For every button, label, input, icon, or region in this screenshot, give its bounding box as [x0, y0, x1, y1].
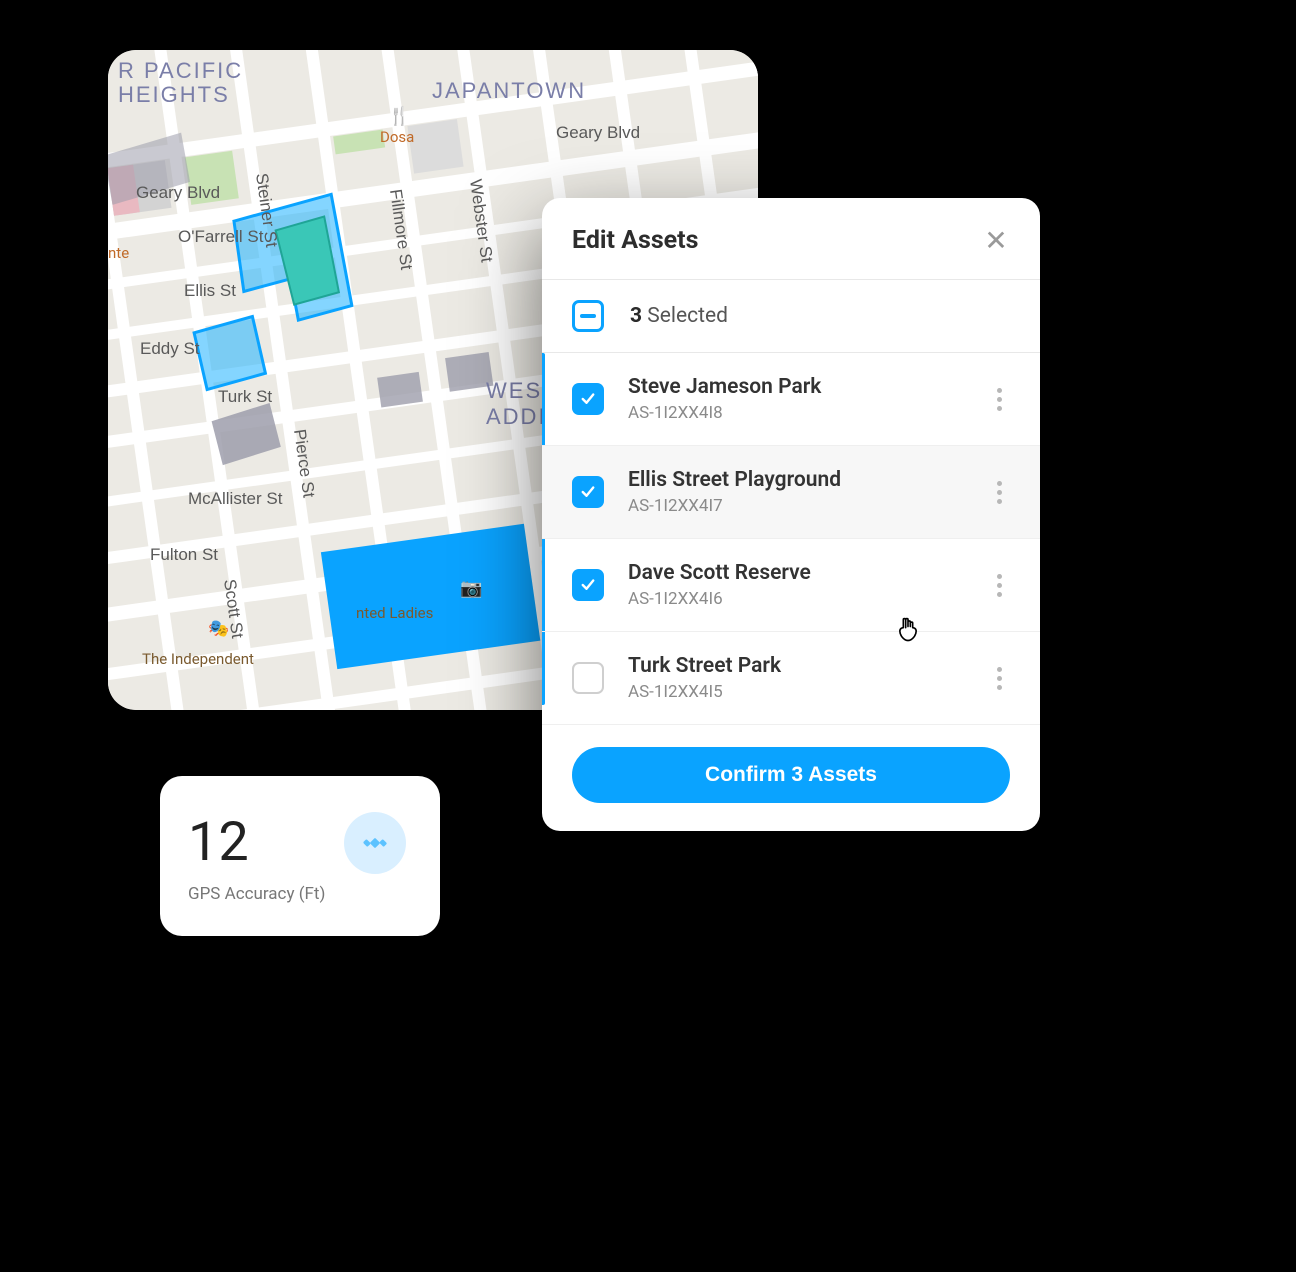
gps-accuracy-value: 12 — [188, 816, 249, 870]
label-painted-ladies: nted Ladies — [356, 604, 433, 622]
label-ofarrell: O'Farrell St — [178, 227, 264, 246]
checkbox-unchecked-icon[interactable] — [572, 662, 604, 694]
close-icon[interactable]: ✕ — [982, 227, 1010, 255]
label-dosa: Dosa — [380, 128, 414, 146]
label-ellis: Ellis St — [184, 281, 236, 300]
label-japantown: JAPANTOWN — [432, 78, 586, 103]
selected-count-label: 3 Selected — [630, 304, 728, 328]
label-pacific-heights-2: HEIGHTS — [118, 82, 230, 107]
gps-accuracy-label: GPS Accuracy (Ft) — [188, 884, 412, 904]
gps-accuracy-card: 12 GPS Accuracy (Ft) — [160, 776, 440, 936]
asset-name: Turk Street Park — [628, 654, 964, 678]
label-nte: nte — [108, 244, 129, 262]
asset-row[interactable]: Ellis Street Playground AS-1I2XX4I7 — [542, 446, 1040, 539]
asset-id: AS-1I2XX4I5 — [628, 682, 964, 702]
panel-title: Edit Assets — [572, 226, 698, 255]
label-west-add-2: ADDI — [486, 404, 547, 429]
label-eddy: Eddy St — [140, 339, 200, 358]
asset-row[interactable]: Dave Scott Reserve AS-1I2XX4I6 — [542, 539, 1040, 632]
label-turk: Turk St — [218, 387, 272, 406]
asset-id: AS-1I2XX4I7 — [628, 496, 964, 516]
checkbox-checked-icon[interactable] — [572, 383, 604, 415]
label-independent: The Independent — [142, 650, 254, 668]
theater-icon: 🎭 — [208, 619, 229, 639]
confirm-button[interactable]: Confirm 3 Assets — [572, 747, 1010, 803]
more-icon[interactable] — [988, 481, 1010, 504]
asset-id: AS-1I2XX4I8 — [628, 403, 964, 423]
more-icon[interactable] — [988, 667, 1010, 690]
checkbox-checked-icon[interactable] — [572, 569, 604, 601]
checkbox-indeterminate-icon[interactable] — [572, 300, 604, 332]
edit-assets-panel: Edit Assets ✕ 3 Selected Steve Jameson P… — [542, 198, 1040, 831]
restaurant-icon: 🍴 — [388, 105, 410, 127]
camera-icon: 📷 — [460, 578, 482, 599]
label-pacific-heights-1: R PACIFIC — [118, 58, 243, 83]
asset-id: AS-1I2XX4I6 — [628, 589, 964, 609]
checkbox-checked-icon[interactable] — [572, 476, 604, 508]
select-all-row[interactable]: 3 Selected — [542, 280, 1040, 352]
label-fulton: Fulton St — [150, 545, 218, 564]
label-geary-top: Geary Blvd — [556, 123, 640, 142]
more-icon[interactable] — [988, 388, 1010, 411]
label-mcallister: McAllister St — [188, 489, 283, 508]
asset-row[interactable]: Steve Jameson Park AS-1I2XX4I8 — [542, 353, 1040, 446]
label-geary-left: Geary Blvd — [136, 183, 220, 202]
satellite-icon — [344, 812, 406, 874]
more-icon[interactable] — [988, 574, 1010, 597]
asset-name: Ellis Street Playground — [628, 468, 964, 492]
asset-list: Steve Jameson Park AS-1I2XX4I8 Ellis Str… — [542, 352, 1040, 725]
asset-row[interactable]: Turk Street Park AS-1I2XX4I5 — [542, 632, 1040, 725]
asset-name: Steve Jameson Park — [628, 375, 964, 399]
asset-name: Dave Scott Reserve — [628, 561, 964, 585]
